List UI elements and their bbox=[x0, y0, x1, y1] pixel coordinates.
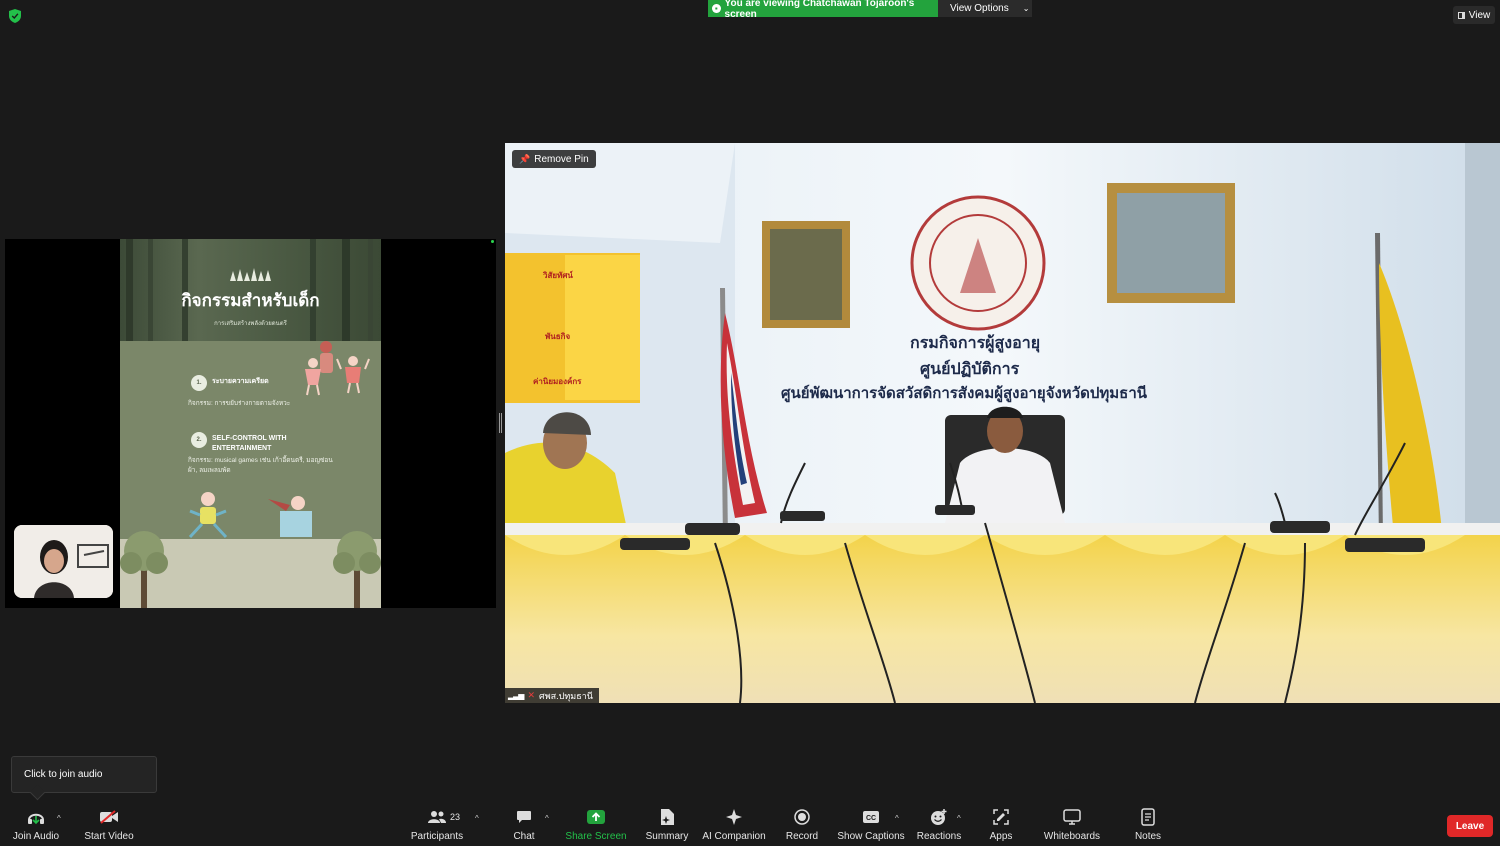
signal-strength-icon: ▂▃▅ bbox=[508, 691, 525, 700]
pin-icon: 📌 bbox=[519, 153, 531, 164]
panel-resize-handle[interactable] bbox=[499, 413, 502, 433]
whiteboard-icon bbox=[1063, 806, 1081, 828]
slide-title: กิจกรรมสำหรับเด็ก bbox=[181, 291, 320, 310]
board-mission-heading: พันธกิจ bbox=[545, 332, 571, 341]
wall-sign-center-name: ศูนย์พัฒนาการจัดสวัสดิการสังคมผู้สูงอายุ… bbox=[781, 384, 1147, 402]
reactions-button[interactable]: Reactions bbox=[917, 806, 961, 846]
ai-companion-button[interactable]: AI Companion bbox=[702, 806, 766, 846]
active-speaker-dot bbox=[491, 240, 494, 243]
board-values-heading: ค่านิยมองค์กร bbox=[533, 377, 582, 386]
dancing-kids-illustration bbox=[305, 341, 370, 396]
wall-sign-department: กรมกิจการผู้สูงอายุ bbox=[910, 333, 1041, 352]
ai-companion-label: AI Companion bbox=[702, 831, 766, 842]
chevron-down-icon: ⌄ bbox=[1022, 4, 1030, 13]
headphones-icon bbox=[27, 806, 45, 828]
chat-button[interactable]: Chat bbox=[509, 806, 539, 846]
view-button[interactable]: View bbox=[1453, 6, 1495, 24]
start-video-label: Start Video bbox=[84, 831, 134, 842]
join-audio-tooltip-text: Click to join audio bbox=[24, 769, 103, 780]
security-shield-icon[interactable] bbox=[9, 9, 21, 23]
chat-options-caret-icon[interactable]: ^ bbox=[545, 814, 549, 823]
notes-label: Notes bbox=[1134, 831, 1162, 842]
emoji-reaction-icon bbox=[930, 806, 948, 828]
apps-icon bbox=[993, 806, 1009, 828]
share-indicator-icon: ▪ bbox=[712, 4, 721, 13]
board-vision-heading: วิสัยทัศน์ bbox=[543, 271, 573, 280]
record-button[interactable]: Record bbox=[785, 806, 819, 846]
join-audio-button[interactable]: Join Audio bbox=[12, 806, 60, 846]
slide-forest-header: กิจกรรมสำหรับเด็ก การเสริมสร้างพลังด้วยด… bbox=[120, 239, 381, 341]
remove-pin-label: Remove Pin bbox=[534, 153, 589, 165]
item-1-description: กิจกรรม: การขยับร่างกายตามจังหวะ bbox=[188, 400, 291, 407]
participant-name: ศพส.ปทุมธานี bbox=[539, 690, 593, 701]
chat-bubble-icon bbox=[516, 806, 532, 828]
share-screen-icon bbox=[586, 806, 606, 828]
reactions-label: Reactions bbox=[916, 831, 962, 842]
record-label: Record bbox=[785, 831, 819, 842]
view-options-label: View Options bbox=[950, 3, 1009, 14]
reactions-options-caret-icon[interactable]: ^ bbox=[957, 814, 961, 823]
pinned-video-tile[interactable]: กรมกิจการผู้สูงอายุ ศูนย์ปฏิบัติการ ศูนย… bbox=[505, 143, 1500, 703]
show-captions-label: Show Captions bbox=[837, 831, 905, 842]
participants-options-caret-icon[interactable]: ^ bbox=[475, 814, 479, 823]
join-audio-tooltip[interactable]: Click to join audio bbox=[11, 756, 157, 793]
item-2-description: กิจกรรม: musical games เช่น เก้าอี้ดนตรี… bbox=[188, 457, 333, 474]
presenter-avatar bbox=[14, 525, 113, 598]
item-1-title: ระบายความเครียด bbox=[212, 378, 269, 385]
remove-pin-button[interactable]: 📌 Remove Pin bbox=[512, 150, 596, 168]
presenter-video-thumbnail[interactable] bbox=[14, 525, 113, 598]
ai-sparkle-icon bbox=[725, 806, 743, 828]
meeting-room-video-feed bbox=[505, 143, 1500, 703]
slide-subtitle: การเสริมสร้างพลังด้วยดนตรี bbox=[214, 321, 287, 327]
participant-name-tag: ▂▃▅ ✕ ศพส.ปทุมธานี bbox=[505, 688, 599, 703]
apps-label: Apps bbox=[989, 831, 1013, 842]
participants-count: 23 bbox=[450, 812, 461, 822]
bullet-number-2: 2. bbox=[191, 432, 207, 448]
bullet-number-1: 1. bbox=[191, 375, 207, 391]
tree-illustration-right bbox=[333, 531, 381, 608]
leave-label: Leave bbox=[1455, 820, 1485, 832]
summary-label: Summary bbox=[645, 831, 689, 842]
shared-screen-tile[interactable]: กิจกรรมสำหรับเด็ก การเสริมสร้างพลังด้วยด… bbox=[5, 239, 496, 608]
viewing-screen-banner: ▪ You are viewing Chatchawan Tojaroon's … bbox=[708, 0, 938, 20]
summary-document-icon bbox=[659, 806, 675, 828]
kids-playing-illustration bbox=[188, 492, 312, 539]
tree-illustration-left bbox=[120, 531, 168, 608]
whiteboards-button[interactable]: Whiteboards bbox=[1042, 806, 1102, 846]
video-off-icon bbox=[99, 806, 119, 828]
wall-sign-operations-center: ศูนย์ปฏิบัติการ bbox=[920, 359, 1020, 378]
item-2-title: SELF-CONTROL WITH ENTERTAINMENT bbox=[212, 435, 287, 452]
start-video-button[interactable]: Start Video bbox=[83, 806, 135, 846]
muted-mic-icon: ✕ bbox=[527, 690, 536, 700]
audio-options-caret-icon[interactable]: ^ bbox=[57, 814, 61, 823]
share-screen-button[interactable]: Share Screen bbox=[565, 806, 627, 846]
show-captions-button[interactable]: CC Show Captions bbox=[837, 806, 905, 846]
participants-icon bbox=[427, 806, 447, 828]
view-options-button[interactable]: View Options ⌄ bbox=[938, 0, 1032, 17]
participants-label: Participants bbox=[410, 831, 464, 842]
notes-icon bbox=[1141, 806, 1155, 828]
view-layout-icon bbox=[1457, 11, 1465, 19]
svg-text:CC: CC bbox=[866, 815, 876, 822]
viewing-screen-text: You are viewing Chatchawan Tojaroon's sc… bbox=[724, 0, 915, 20]
chat-label: Chat bbox=[513, 831, 535, 842]
share-screen-label: Share Screen bbox=[565, 831, 627, 842]
notes-button[interactable]: Notes bbox=[1133, 806, 1163, 846]
apps-button[interactable]: Apps bbox=[987, 806, 1015, 846]
closed-captions-icon: CC bbox=[862, 806, 880, 828]
leave-meeting-button[interactable]: Leave bbox=[1447, 815, 1493, 837]
zoom-meeting-window: ▪ You are viewing Chatchawan Tojaroon's … bbox=[0, 0, 1500, 846]
record-icon bbox=[794, 806, 810, 828]
summary-button[interactable]: Summary bbox=[644, 806, 690, 846]
captions-options-caret-icon[interactable]: ^ bbox=[895, 814, 899, 823]
whiteboards-label: Whiteboards bbox=[1043, 831, 1101, 842]
view-label: View bbox=[1468, 9, 1491, 21]
join-audio-label: Join Audio bbox=[12, 831, 60, 842]
